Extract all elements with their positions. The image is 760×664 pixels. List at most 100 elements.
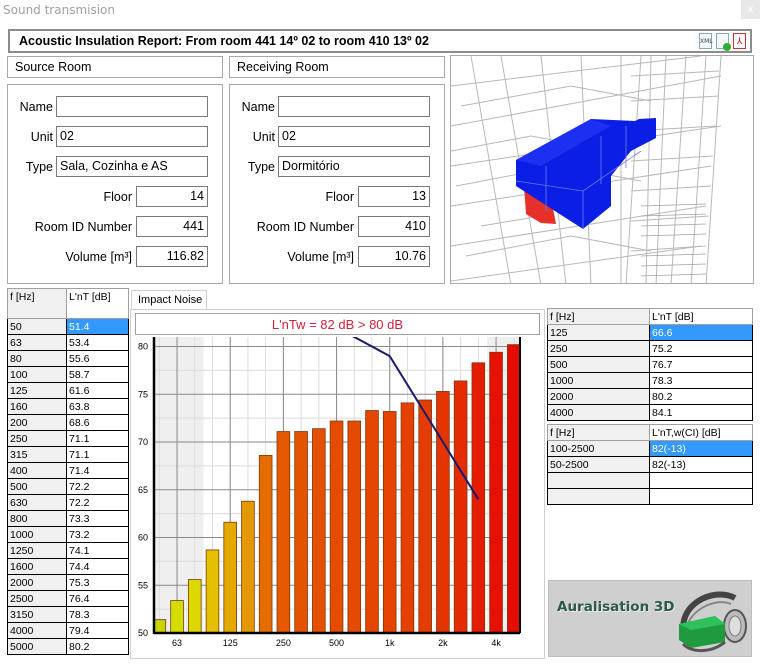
table-row[interactable]: 2000 75.3	[7, 574, 129, 591]
receiving-name-field[interactable]	[278, 96, 430, 117]
frequency-cell[interactable]: 4000	[7, 622, 67, 639]
frequency-cell[interactable]: 250	[7, 430, 67, 447]
frequency-cell[interactable]: 315	[7, 446, 67, 463]
level-cell[interactable]: 74.4	[66, 558, 129, 575]
level-cell[interactable]	[649, 472, 753, 489]
level-cell[interactable]: 79.4	[66, 622, 129, 639]
level-cell[interactable]: 66.6	[649, 324, 753, 341]
column-header-frequency[interactable]: f [Hz]	[547, 308, 650, 325]
frequency-cell[interactable]: 400	[7, 462, 67, 479]
table-row[interactable]: 160 63.8	[7, 398, 129, 415]
level-cell[interactable]: 68.6	[66, 414, 129, 431]
table-row[interactable]: 200 68.6	[7, 414, 129, 431]
table-row[interactable]: 100 58.7	[7, 366, 129, 383]
table-row[interactable]: 125 61.6	[7, 382, 129, 399]
level-cell[interactable]: 51.4	[66, 318, 129, 335]
table-row[interactable]: 630 72.2	[7, 494, 129, 511]
column-header-level[interactable]: L'nT [dB]	[649, 308, 753, 325]
xml-export-icon[interactable]: XML	[699, 33, 713, 49]
receiving-floor-field[interactable]: 13	[358, 186, 430, 207]
level-cell[interactable]: 75.2	[649, 340, 753, 357]
level-cell[interactable]: 78.3	[66, 606, 129, 623]
table-row[interactable]: 3150 78.3	[7, 606, 129, 623]
frequency-cell[interactable]: 100-2500	[547, 440, 650, 457]
table-row[interactable]: 500 72.2	[7, 478, 129, 495]
receiving-type-field[interactable]: Dormitório	[278, 156, 430, 177]
frequency-cell[interactable]: 2000	[7, 574, 67, 591]
frequency-cell[interactable]: 1000	[547, 372, 650, 389]
level-cell[interactable]	[649, 488, 753, 505]
receiving-room-id-field[interactable]: 410	[358, 216, 430, 237]
receiving-unit-field[interactable]: 02	[278, 126, 430, 147]
close-button[interactable]: x	[741, 0, 760, 19]
level-cell[interactable]: 72.2	[66, 494, 129, 511]
level-cell[interactable]: 76.4	[66, 590, 129, 607]
column-header-frequency[interactable]: f [Hz]	[7, 288, 67, 319]
level-cell[interactable]: 78.3	[649, 372, 753, 389]
frequency-cell[interactable]: 50-2500	[547, 456, 650, 473]
frequency-cell[interactable]: 2000	[547, 388, 650, 405]
table-row[interactable]: 5000 80.2	[7, 638, 129, 655]
level-cell[interactable]: 58.7	[66, 366, 129, 383]
frequency-cell[interactable]: 500	[547, 356, 650, 373]
table-row[interactable]: 1000 78.3	[547, 372, 753, 389]
frequency-cell[interactable]: 125	[547, 324, 650, 341]
frequency-cell[interactable]: 63	[7, 334, 67, 351]
building-3d-view[interactable]	[450, 55, 754, 284]
frequency-cell[interactable]: 1000	[7, 526, 67, 543]
frequency-cell[interactable]: 2500	[7, 590, 67, 607]
level-cell[interactable]: 71.4	[66, 462, 129, 479]
frequency-cell[interactable]: 5000	[7, 638, 67, 655]
tab-impact-noise[interactable]: Impact Noise	[131, 290, 207, 310]
level-cell[interactable]: 76.7	[649, 356, 753, 373]
table-row[interactable]: 50 51.4	[7, 318, 129, 335]
table-row[interactable]: 125 66.6	[547, 324, 753, 341]
table-row[interactable]: 1250 74.1	[7, 542, 129, 559]
table-row[interactable]: 2000 80.2	[547, 388, 753, 405]
table-row[interactable]: 100-2500 82(-13)	[547, 440, 753, 457]
table-row[interactable]: 800 73.3	[7, 510, 129, 527]
level-cell[interactable]: 71.1	[66, 430, 129, 447]
frequency-cell[interactable]: 3150	[7, 606, 67, 623]
table-row[interactable]: 250 71.1	[7, 430, 129, 447]
table-row[interactable]	[547, 472, 753, 489]
level-cell[interactable]: 80.2	[66, 638, 129, 655]
level-cell[interactable]: 74.1	[66, 542, 129, 559]
table-row[interactable]: 4000 84.1	[547, 404, 753, 421]
frequency-cell[interactable]: 50	[7, 318, 67, 335]
table-row[interactable]: 2500 76.4	[7, 590, 129, 607]
table-row[interactable]: 315 71.1	[7, 446, 129, 463]
table-row[interactable]: 1600 74.4	[7, 558, 129, 575]
table-row[interactable]: 4000 79.4	[7, 622, 129, 639]
frequency-cell[interactable]: 160	[7, 398, 67, 415]
level-cell[interactable]: 55.6	[66, 350, 129, 367]
table-row[interactable]: 400 71.4	[7, 462, 129, 479]
source-room-id-field[interactable]: 441	[136, 216, 208, 237]
frequency-cell[interactable]: 100	[7, 366, 67, 383]
table-row[interactable]: 1000 73.2	[7, 526, 129, 543]
add-document-icon[interactable]	[716, 33, 731, 51]
table-row[interactable]: 50-2500 82(-13)	[547, 456, 753, 473]
source-unit-field[interactable]: 02	[56, 126, 208, 147]
frequency-cell[interactable]: 125	[7, 382, 67, 399]
auralisation-3d-logo[interactable]: Auralisation 3D	[548, 580, 752, 657]
frequency-cell[interactable]: 1600	[7, 558, 67, 575]
column-header-frequency[interactable]: f [Hz]	[547, 424, 650, 441]
column-header-level[interactable]: L'nT,w(CI) [dB]	[649, 424, 753, 441]
table-row[interactable]: 80 55.6	[7, 350, 129, 367]
frequency-cell[interactable]: 630	[7, 494, 67, 511]
level-cell[interactable]: 75.3	[66, 574, 129, 591]
source-volume-field[interactable]: 116.82	[136, 246, 208, 267]
pdf-export-icon[interactable]: ⅄	[733, 33, 746, 49]
level-cell[interactable]: 84.1	[649, 404, 753, 421]
frequency-cell[interactable]	[547, 472, 650, 489]
frequency-cell[interactable]: 800	[7, 510, 67, 527]
frequency-cell[interactable]: 80	[7, 350, 67, 367]
receiving-volume-field[interactable]: 10.76	[358, 246, 430, 267]
level-cell[interactable]: 82(-13)	[649, 440, 753, 457]
level-cell[interactable]: 71.1	[66, 446, 129, 463]
level-cell[interactable]: 61.6	[66, 382, 129, 399]
level-cell[interactable]: 63.8	[66, 398, 129, 415]
level-cell[interactable]: 73.3	[66, 510, 129, 527]
table-row[interactable]: 500 76.7	[547, 356, 753, 373]
